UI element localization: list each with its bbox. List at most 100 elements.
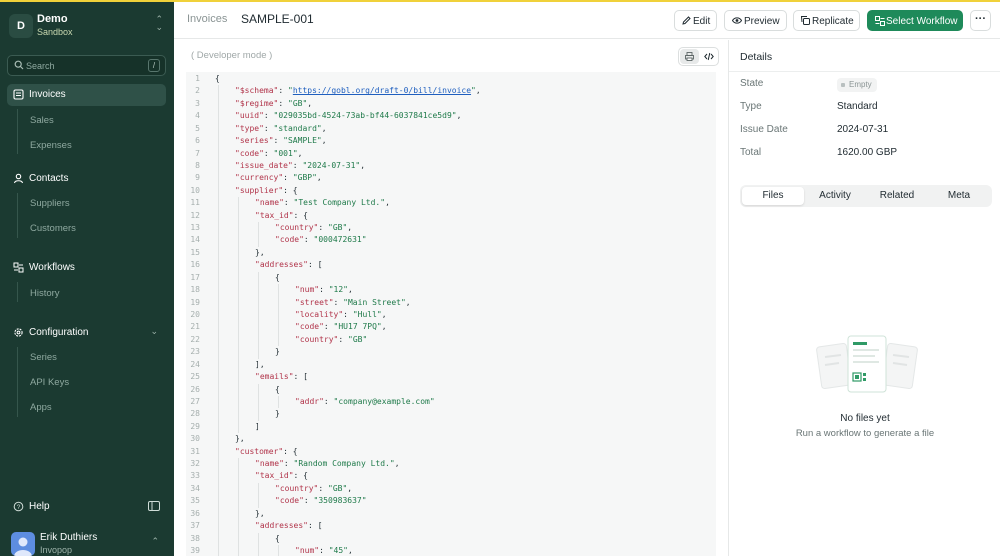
workflow-icon <box>875 16 885 26</box>
code-text: "customer": { <box>235 446 298 456</box>
state-label: State <box>740 78 764 89</box>
edit-label: Edit <box>693 16 711 27</box>
line-number: 3 <box>195 98 200 108</box>
code-text: "uuid": "029035bd-4524-73ab-bf44-6037841… <box>235 111 462 121</box>
preview-label: Preview <box>744 16 780 27</box>
line-number: 32 <box>190 459 200 469</box>
select-workflow-label: Select Workflow <box>886 16 958 27</box>
tab-files[interactable]: Files <box>742 187 804 205</box>
app-window: D Demo Sandbox ⌃⌄ / Invoices Sales Expen… <box>0 0 1000 556</box>
user-icon <box>13 173 24 184</box>
code-text: { <box>275 272 280 282</box>
sidebar-item-sales[interactable]: Sales <box>30 115 54 126</box>
tab-meta[interactable]: Meta <box>928 187 990 205</box>
line-number: 27 <box>190 396 200 406</box>
invoice-icon <box>13 89 24 100</box>
indent-guide <box>258 222 259 247</box>
select-workflow-button[interactable]: Select Workflow <box>867 10 963 31</box>
details-tabs: Files Activity Related Meta <box>740 185 992 207</box>
search-box[interactable]: / <box>7 55 166 76</box>
code-text: "code": "350983637" <box>275 496 367 506</box>
help-link[interactable]: ? Help <box>7 497 166 517</box>
sidebar-item-label: Configuration <box>29 327 89 338</box>
indent-guide <box>278 284 279 347</box>
code-view-button[interactable] <box>699 49 718 64</box>
line-number: 13 <box>190 223 200 233</box>
code-text: { <box>275 533 280 543</box>
code-text: "$regime": "GB", <box>235 98 313 108</box>
type-label: Type <box>740 101 762 112</box>
sidebar-item-apps[interactable]: Apps <box>30 402 52 413</box>
divider <box>729 71 1000 72</box>
tab-activity[interactable]: Activity <box>804 187 866 205</box>
sidebar-item-configuration[interactable]: Configuration ⌄ <box>7 322 166 344</box>
sidebar-item-label: Workflows <box>29 262 75 273</box>
code-text: "code": "000472631" <box>275 235 367 245</box>
tree-guide-line <box>17 193 18 238</box>
sidebar-item-api-keys[interactable]: API Keys <box>30 377 69 388</box>
sidebar-item-invoices[interactable]: Invoices <box>7 84 166 106</box>
json-code-editor[interactable]: 1 {2 "$schema": "https://gobl.org/draft-0/… <box>186 72 716 556</box>
code-text: "emails": [ <box>255 372 308 382</box>
document-view-button[interactable] <box>680 49 699 64</box>
code-text: "locality": "Hull", <box>295 309 387 319</box>
sidebar-item-expenses[interactable]: Expenses <box>30 140 72 151</box>
developer-panel: ( Developer mode ) 1 {2 "$schema": "https:… <box>174 40 728 556</box>
pencil-icon <box>682 16 691 25</box>
issue-date-label: Issue Date <box>740 124 788 135</box>
edit-button[interactable]: Edit <box>674 10 717 31</box>
chevron-up-icon: ⌃ <box>151 536 159 546</box>
code-text: "num": "45", <box>295 545 353 555</box>
code-text: "code": "001", <box>235 148 303 158</box>
help-label: Help <box>29 501 50 512</box>
user-menu[interactable]: Erik Duthiers Invopop ⌃ <box>9 528 167 556</box>
code-text: "addresses": [ <box>255 521 323 531</box>
indent-guide <box>258 532 259 556</box>
sidebar-item-contacts[interactable]: Contacts <box>7 168 166 190</box>
more-options-button[interactable]: ··· <box>970 10 991 31</box>
sidebar-item-workflows[interactable]: Workflows <box>7 257 166 279</box>
empty-files-illustration <box>816 335 918 393</box>
code-text: "tax_id": { <box>255 210 308 220</box>
workspace-name: Demo <box>37 13 68 25</box>
search-input[interactable] <box>26 58 146 74</box>
line-number: 24 <box>190 359 200 369</box>
line-number: 9 <box>195 173 200 183</box>
line-number: 25 <box>190 372 200 382</box>
sidebar-item-customers[interactable]: Customers <box>30 223 76 234</box>
workspace-switcher[interactable]: D Demo Sandbox ⌃ ⌄ <box>9 9 167 41</box>
code-text: }, <box>255 247 265 257</box>
code-text: "name": "Random Company Ltd.", <box>255 459 400 469</box>
avatar <box>11 532 35 556</box>
line-number: 20 <box>190 309 200 319</box>
indent-guide <box>218 85 219 556</box>
empty-state-subtitle: Run a workflow to generate a file <box>795 428 935 439</box>
tab-related[interactable]: Related <box>866 187 928 205</box>
code-text: "country": "GB", <box>275 223 353 233</box>
code-text: "tax_id": { <box>255 471 308 481</box>
line-number: 17 <box>190 272 200 282</box>
indent-guide <box>258 271 259 359</box>
code-text: "addr": "company@example.com" <box>295 396 435 406</box>
sidebar-item-series[interactable]: Series <box>30 352 57 363</box>
sidebar-toggle-icon[interactable] <box>148 501 160 511</box>
code-text: "series": "SAMPLE", <box>235 136 327 146</box>
workspace-environment: Sandbox <box>37 27 73 37</box>
user-name: Erik Duthiers <box>40 532 98 543</box>
search-icon <box>14 60 24 70</box>
line-number: 35 <box>190 496 200 506</box>
eye-icon <box>732 17 742 24</box>
page-header: Invoices SAMPLE-001 Edit Preview Replica… <box>174 2 1000 39</box>
line-number: 39 <box>190 545 200 555</box>
replicate-button[interactable]: Replicate <box>793 10 860 31</box>
sidebar-item-history[interactable]: History <box>30 288 60 299</box>
preview-button[interactable]: Preview <box>724 10 787 31</box>
line-number: 34 <box>190 483 200 493</box>
line-number: 10 <box>190 185 200 195</box>
line-number: 8 <box>195 160 200 170</box>
breadcrumb-invoices[interactable]: Invoices <box>187 13 227 25</box>
status-badge: Empty <box>837 78 877 92</box>
sidebar-item-suppliers[interactable]: Suppliers <box>30 198 70 209</box>
code-text: "code": "HU17 7PQ", <box>295 322 387 332</box>
line-number: 37 <box>190 521 200 531</box>
